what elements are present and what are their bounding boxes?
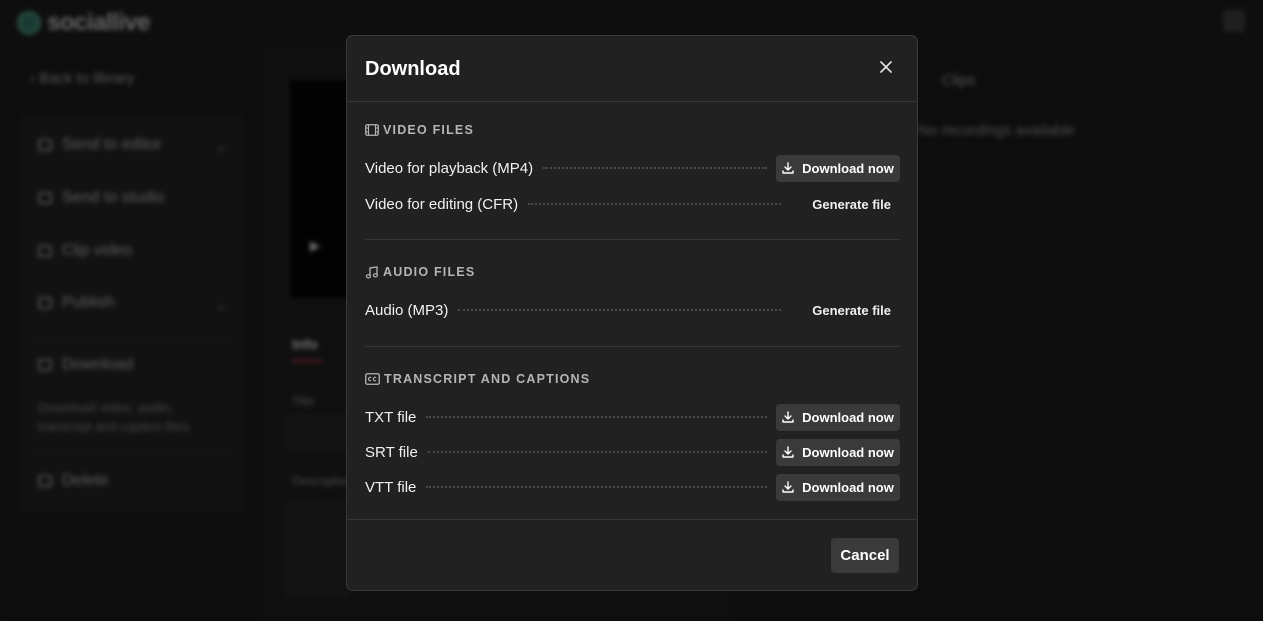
list-item: Video for playback (MP4) Download now: [365, 154, 900, 182]
closed-captions-icon: [365, 373, 380, 385]
download-icon: [782, 481, 794, 493]
download-icon: [782, 162, 794, 174]
film-icon: [365, 124, 379, 136]
section-title: AUDIO FILES: [383, 265, 476, 279]
download-icon: [782, 411, 794, 423]
generate-file-button[interactable]: Generate file: [790, 297, 900, 324]
file-label: SRT file: [365, 443, 418, 461]
cancel-button[interactable]: Cancel: [831, 538, 899, 573]
download-now-button[interactable]: Download now: [776, 473, 900, 501]
dotted-leader: [528, 203, 781, 205]
music-note-icon: [365, 265, 378, 278]
dotted-leader: [426, 486, 767, 488]
dotted-leader: [426, 416, 767, 418]
modal-title: Download: [365, 58, 461, 80]
download-icon: [782, 446, 794, 458]
download-now-button[interactable]: Download now: [776, 403, 900, 431]
file-label: Video for playback (MP4): [365, 159, 534, 177]
dotted-leader: [458, 309, 781, 311]
generate-file-button[interactable]: Generate file: [790, 191, 900, 218]
list-item: VTT file Download now: [365, 473, 900, 501]
section-transcript-captions: TRANSCRIPT AND CAPTIONS TXT file Downloa…: [365, 371, 900, 506]
list-item: Audio (MP3) Generate file: [365, 296, 900, 324]
file-label: VTT file: [365, 478, 417, 496]
modal-footer: Cancel: [347, 519, 917, 591]
close-button[interactable]: [875, 56, 897, 78]
section-title: VIDEO FILES: [383, 123, 474, 137]
list-item: Video for editing (CFR) Generate file: [365, 190, 900, 218]
section-divider: [365, 239, 900, 240]
section-audio-files: AUDIO FILES Audio (MP3) Generate file: [365, 264, 900, 324]
download-modal: Download VIDEO FILES Video for playback …: [346, 35, 918, 591]
close-icon: [880, 61, 892, 73]
section-divider: [365, 346, 900, 347]
download-now-button[interactable]: Download now: [776, 154, 900, 182]
download-now-button[interactable]: Download now: [776, 438, 900, 466]
dotted-leader: [427, 451, 767, 453]
file-label: Audio (MP3): [365, 301, 449, 319]
list-item: SRT file Download now: [365, 438, 900, 466]
section-title: TRANSCRIPT AND CAPTIONS: [384, 372, 591, 386]
file-label: TXT file: [365, 408, 417, 426]
file-label: Video for editing (CFR): [365, 195, 519, 213]
modal-header: Download: [347, 36, 917, 102]
section-video-files: VIDEO FILES Video for playback (MP4) Dow…: [365, 122, 900, 222]
dotted-leader: [543, 167, 767, 169]
list-item: TXT file Download now: [365, 403, 900, 431]
